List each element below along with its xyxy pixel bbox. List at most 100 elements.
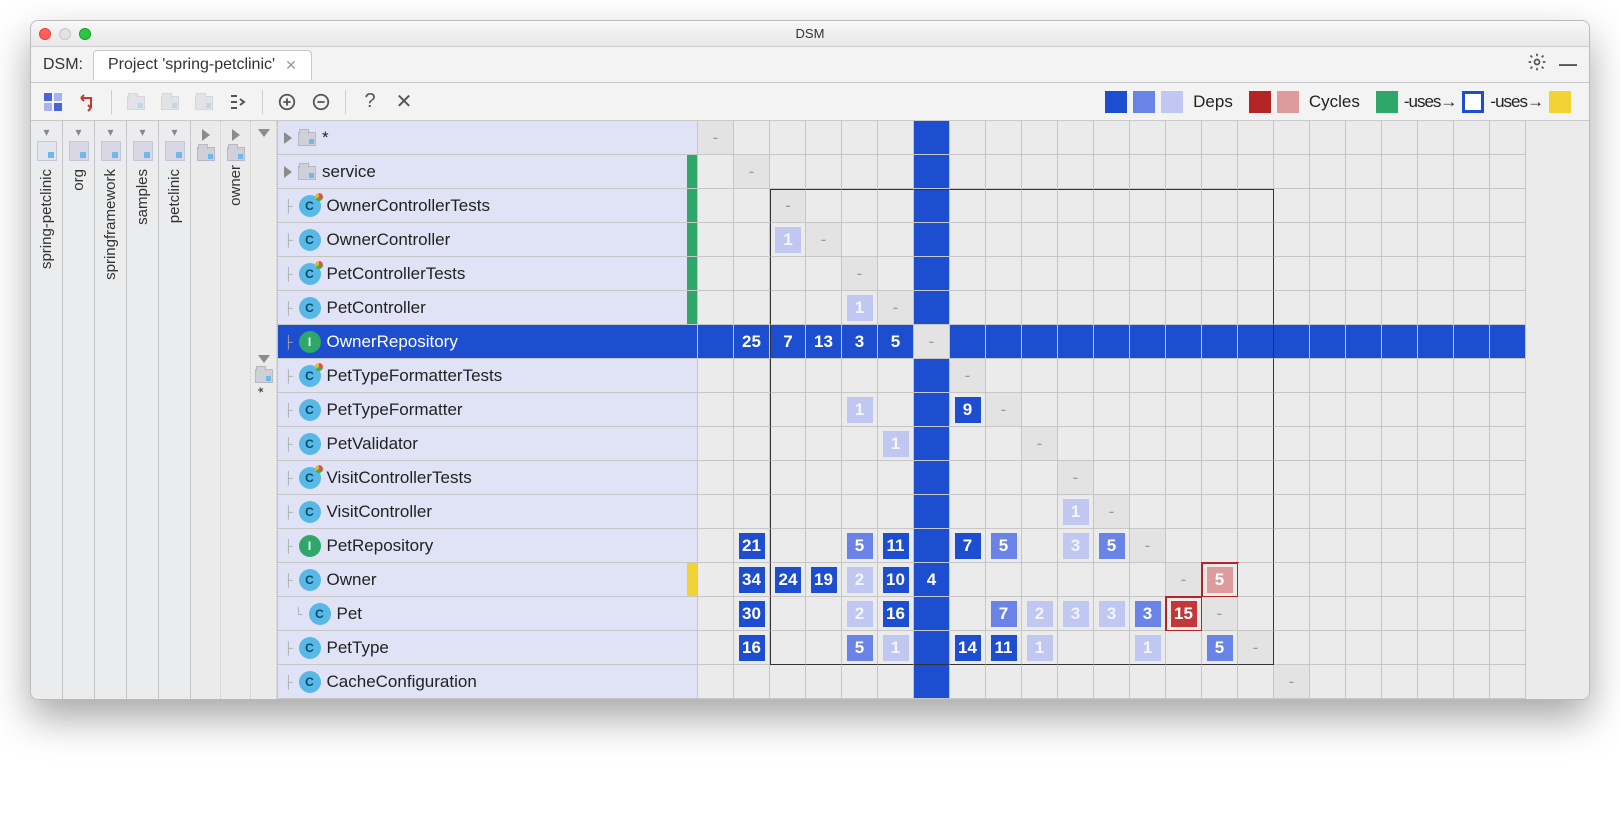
matrix-cell[interactable] [1274, 189, 1310, 223]
matrix-cell[interactable] [1202, 393, 1238, 427]
matrix-cell[interactable] [1454, 529, 1490, 563]
matrix-cell[interactable] [1094, 631, 1130, 665]
matrix-cell[interactable] [734, 257, 770, 291]
matrix-cell[interactable]: 10 [878, 563, 914, 597]
matrix-cell[interactable] [1490, 529, 1526, 563]
matrix-cell[interactable] [1094, 325, 1130, 359]
matrix-cell[interactable] [1202, 495, 1238, 529]
matrix-cell[interactable] [734, 665, 770, 699]
matrix-cell[interactable] [1094, 189, 1130, 223]
matrix-cell[interactable] [1238, 461, 1274, 495]
matrix-cell[interactable] [986, 495, 1022, 529]
matrix-cell[interactable] [1382, 155, 1418, 189]
matrix-cell[interactable] [878, 359, 914, 393]
matrix-cell[interactable] [1454, 427, 1490, 461]
matrix-cell[interactable] [950, 155, 986, 189]
matrix-cell[interactable] [770, 155, 806, 189]
matrix-cell[interactable] [1094, 257, 1130, 291]
matrix-cell[interactable] [1490, 461, 1526, 495]
matrix-cell[interactable]: 3 [1094, 597, 1130, 631]
matrix-cell[interactable] [1274, 563, 1310, 597]
matrix-cell[interactable] [1238, 495, 1274, 529]
matrix-cell[interactable] [1490, 291, 1526, 325]
matrix-cell[interactable] [950, 597, 986, 631]
matrix-cell[interactable] [1022, 223, 1058, 257]
matrix-cell[interactable] [1130, 359, 1166, 393]
row-PetValidator[interactable]: ├CPetValidator [278, 427, 698, 461]
matrix-cell[interactable] [1202, 121, 1238, 155]
matrix-cell[interactable] [1130, 393, 1166, 427]
matrix-cell[interactable] [1310, 291, 1346, 325]
matrix-cell[interactable] [1418, 325, 1454, 359]
matrix-cell[interactable] [698, 223, 734, 257]
help-icon[interactable]: ? [356, 88, 384, 116]
path-col-springframework[interactable]: ▾springframework [95, 121, 127, 699]
matrix-cell[interactable] [770, 121, 806, 155]
matrix-cell[interactable] [698, 665, 734, 699]
matrix-cell[interactable] [770, 529, 806, 563]
matrix-cell[interactable] [1346, 223, 1382, 257]
matrix-cell[interactable] [1274, 529, 1310, 563]
matrix-cell[interactable] [1274, 223, 1310, 257]
matrix-cell[interactable]: 14 [950, 631, 986, 665]
matrix-cell[interactable] [1202, 325, 1238, 359]
matrix-cell[interactable]: - [1238, 631, 1274, 665]
matrix-cell[interactable] [1454, 121, 1490, 155]
matrix-cell[interactable] [986, 291, 1022, 325]
matrix-cell[interactable] [698, 427, 734, 461]
matrix-cell[interactable] [1490, 665, 1526, 699]
matrix-cell[interactable] [806, 189, 842, 223]
matrix-cell[interactable] [1454, 665, 1490, 699]
matrix-cell[interactable] [806, 665, 842, 699]
matrix-cell[interactable] [1238, 223, 1274, 257]
matrix-cell[interactable] [1058, 223, 1094, 257]
matrix-cell[interactable] [842, 495, 878, 529]
matrix-cell[interactable] [734, 427, 770, 461]
matrix-cell[interactable] [1238, 325, 1274, 359]
matrix-cell[interactable]: 5 [842, 631, 878, 665]
matrix-cell[interactable] [734, 461, 770, 495]
matrix-cell[interactable] [1382, 223, 1418, 257]
matrix-cell[interactable] [1310, 257, 1346, 291]
limit-scope-icon[interactable] [224, 88, 252, 116]
matrix-cell[interactable] [1454, 291, 1490, 325]
row-PetController[interactable]: ├CPetController [278, 291, 698, 325]
matrix-cell[interactable] [1238, 189, 1274, 223]
matrix-cell[interactable] [1346, 529, 1382, 563]
matrix-cell[interactable] [1058, 257, 1094, 291]
path-col-samples[interactable]: ▾samples [127, 121, 159, 699]
matrix-cell[interactable] [1382, 529, 1418, 563]
matrix-cell[interactable] [1382, 665, 1418, 699]
matrix-cell[interactable] [1130, 155, 1166, 189]
matrix-cell[interactable]: 7 [986, 597, 1022, 631]
matrix-cell[interactable]: 3 [1058, 529, 1094, 563]
matrix-cell[interactable] [914, 665, 950, 699]
matrix-cell[interactable] [1166, 631, 1202, 665]
matrix-cell[interactable] [770, 461, 806, 495]
matrix-cell[interactable]: 34 [734, 563, 770, 597]
matrix-cell[interactable] [1130, 665, 1166, 699]
matrix-cell[interactable] [1418, 223, 1454, 257]
matrix-cell[interactable] [1094, 155, 1130, 189]
matrix-cell[interactable] [1418, 359, 1454, 393]
matrix-cell[interactable] [1022, 359, 1058, 393]
matrix-cell[interactable] [698, 325, 734, 359]
matrix-cell[interactable] [914, 257, 950, 291]
matrix-cell[interactable] [1346, 121, 1382, 155]
matrix-cell[interactable] [1202, 257, 1238, 291]
matrix-cell[interactable] [1130, 223, 1166, 257]
matrix-cell[interactable] [1202, 155, 1238, 189]
matrix-cell[interactable] [1490, 325, 1526, 359]
matrix-cell[interactable] [842, 155, 878, 189]
matrix-cell[interactable] [1238, 291, 1274, 325]
matrix-cell[interactable]: - [1094, 495, 1130, 529]
matrix-cell[interactable] [1382, 359, 1418, 393]
matrix-cell[interactable] [1202, 189, 1238, 223]
matrix-cell[interactable] [806, 359, 842, 393]
matrix-cell[interactable]: - [770, 189, 806, 223]
matrix-cell[interactable]: 3 [1058, 597, 1094, 631]
matrix-cell[interactable] [1346, 291, 1382, 325]
matrix-cell[interactable] [1022, 121, 1058, 155]
row-VisitControllerTests[interactable]: ├CVisitControllerTests [278, 461, 698, 495]
matrix-cell[interactable] [1490, 121, 1526, 155]
